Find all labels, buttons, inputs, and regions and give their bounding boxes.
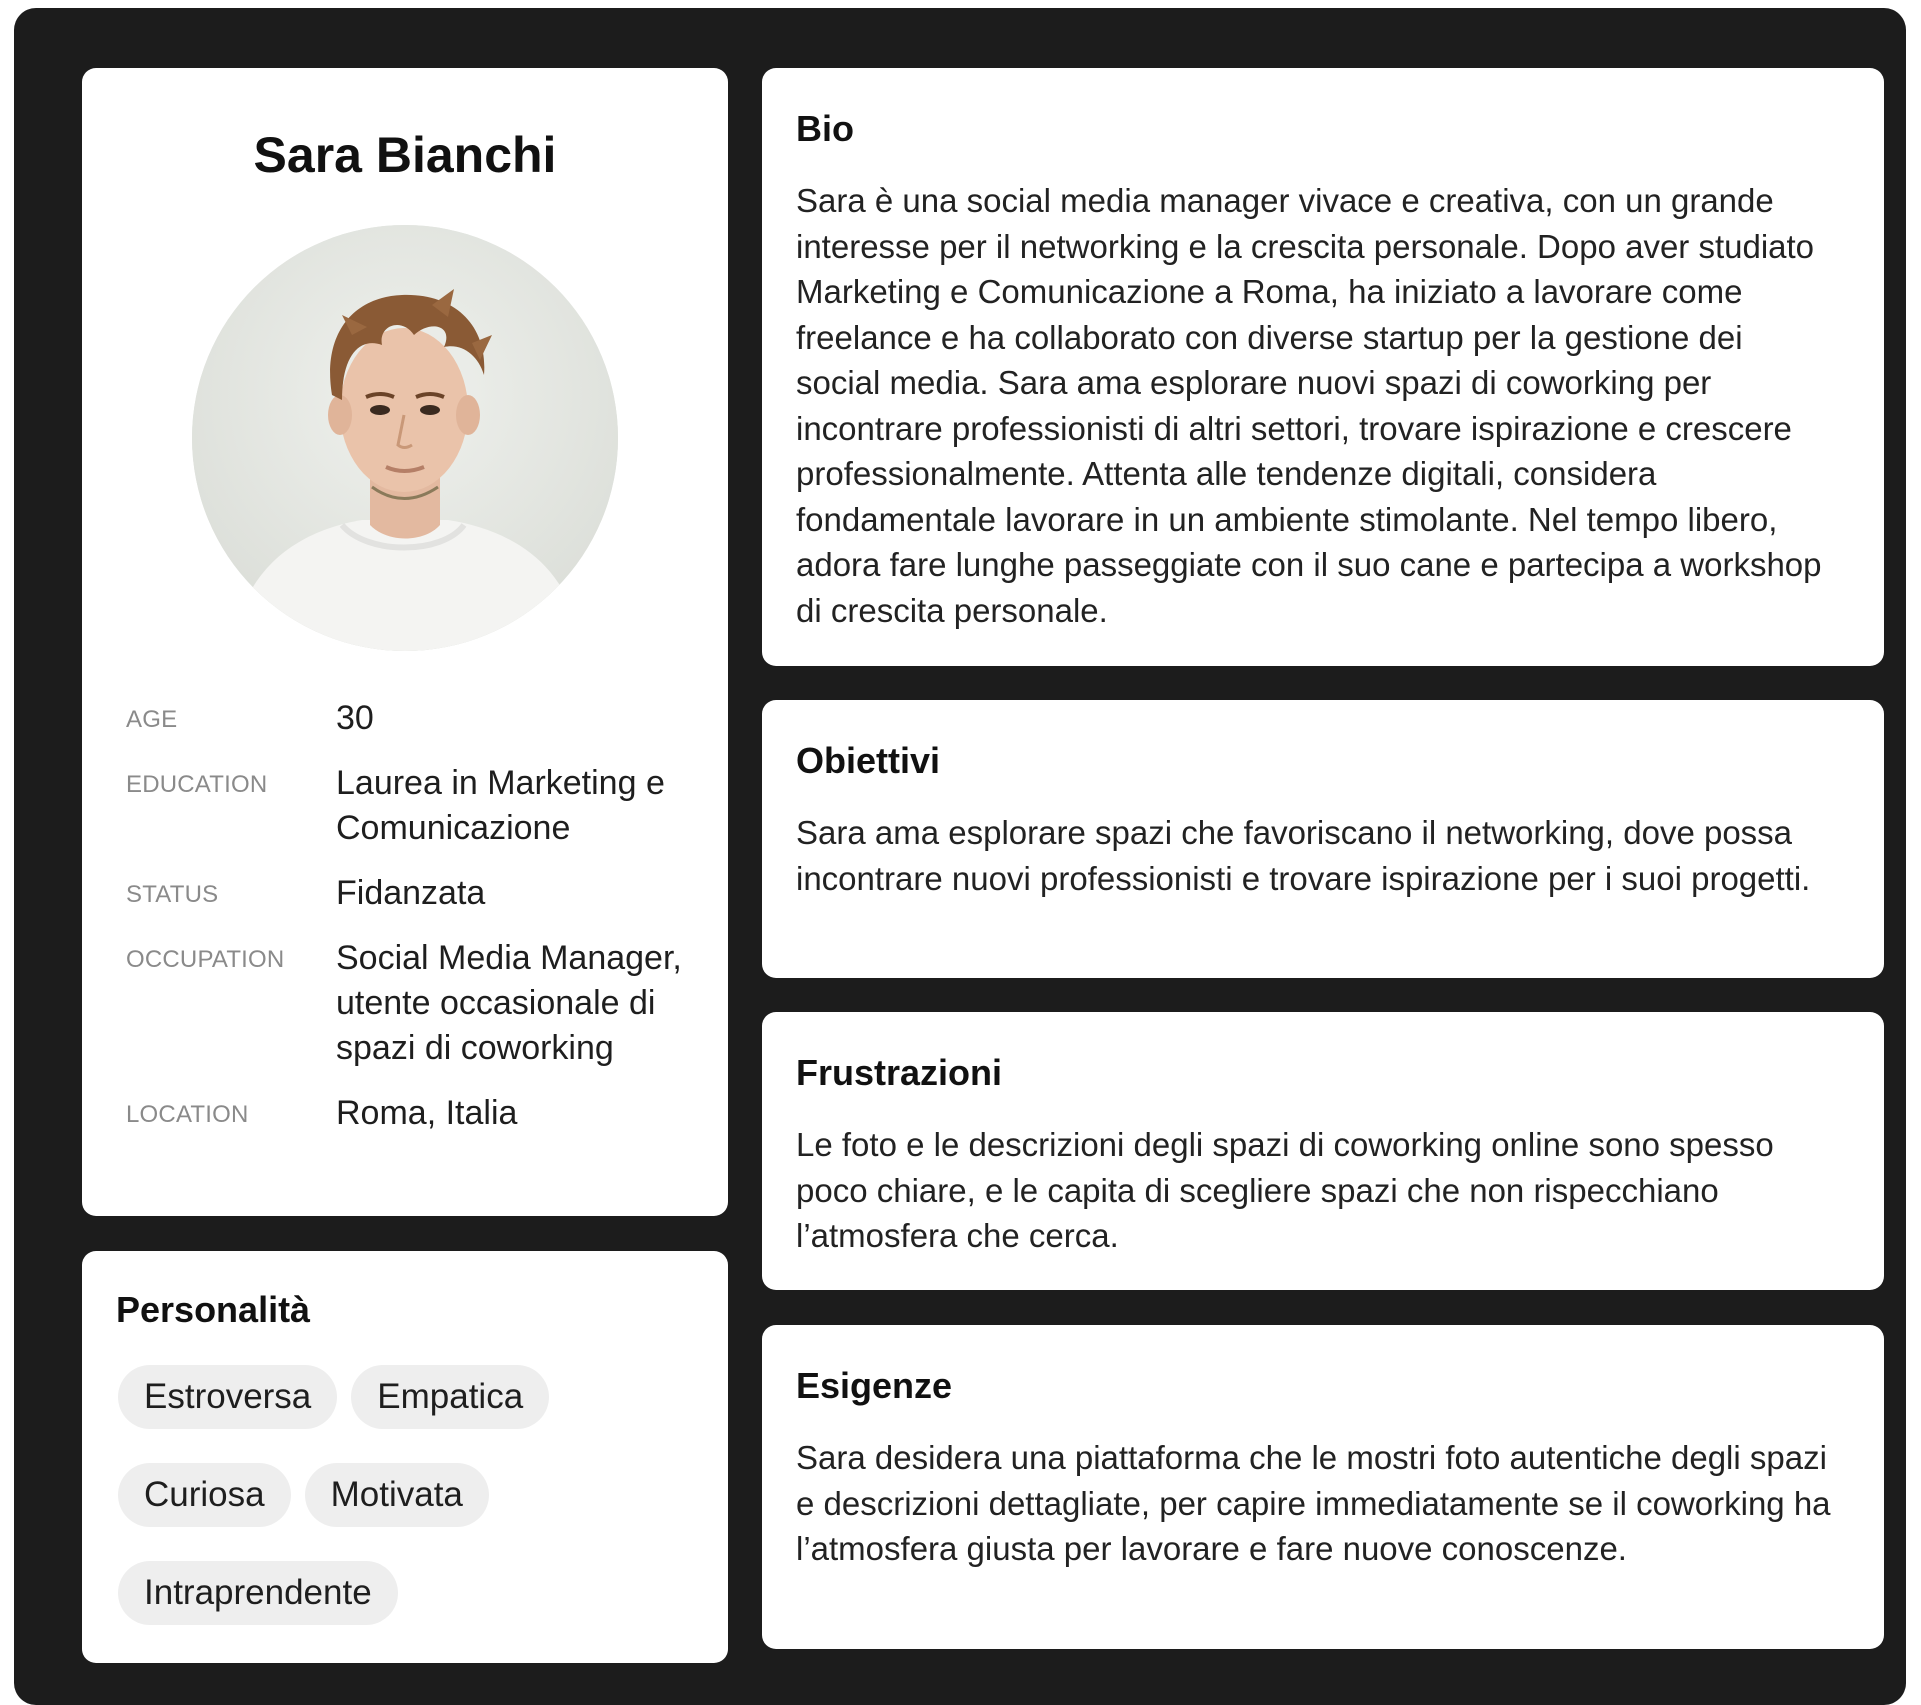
bio-title: Bio — [796, 108, 854, 149]
personality-tags: Estroversa Empatica Curiosa Motivata Int… — [118, 1365, 638, 1659]
info-row-occupation: OCCUPATION Social Media Manager, utente … — [126, 936, 706, 1071]
persona-board: Sara Bianchi AGE 30 EDUCATION Laurea in … — [14, 8, 1906, 1705]
needs-text: Sara desidera una piattaforma che le mos… — [796, 1439, 1831, 1567]
personality-card: Personalità Estroversa Empatica Curiosa … — [82, 1251, 728, 1663]
info-label: STATUS — [126, 881, 219, 908]
personality-tag: Estroversa — [118, 1365, 338, 1429]
bio-card: Bio Sara è una social media manager viva… — [762, 68, 1884, 666]
info-row-location: LOCATION Roma, Italia — [126, 1091, 706, 1136]
info-value: Social Media Manager, utente occasionale… — [336, 939, 682, 1067]
frustrations-title: Frustrazioni — [796, 1052, 1003, 1093]
persona-name: Sara Bianchi — [253, 127, 557, 183]
personality-tag: Empatica — [351, 1365, 550, 1429]
goals-title: Obiettivi — [796, 740, 941, 781]
avatar — [192, 225, 618, 651]
profile-info: AGE 30 EDUCATION Laurea in Marketing e C… — [126, 696, 706, 1156]
info-row-age: AGE 30 — [126, 696, 706, 741]
info-label: LOCATION — [126, 1101, 249, 1128]
frustrations-text: Le foto e le descrizioni degli spazi di … — [796, 1126, 1774, 1254]
info-value: 30 — [336, 699, 374, 737]
personality-title: Personalità — [116, 1289, 311, 1330]
profile-card: Sara Bianchi AGE 30 EDUCATION Laurea in … — [82, 68, 728, 1216]
info-label: OCCUPATION — [126, 946, 285, 973]
needs-card: Esigenze Sara desidera una piattaforma c… — [762, 1325, 1884, 1649]
info-label: EDUCATION — [126, 771, 268, 798]
frustrations-card: Frustrazioni Le foto e le descrizioni de… — [762, 1012, 1884, 1290]
info-label: AGE — [126, 706, 178, 733]
personality-tag: Curiosa — [118, 1463, 291, 1527]
info-value: Roma, Italia — [336, 1094, 518, 1132]
info-value: Laurea in Marketing e Comunicazione — [336, 764, 665, 847]
info-row-education: EDUCATION Laurea in Marketing e Comunica… — [126, 761, 706, 851]
info-value: Fidanzata — [336, 874, 486, 912]
avatar-portrait — [192, 225, 618, 651]
goals-card: Obiettivi Sara ama esplorare spazi che f… — [762, 700, 1884, 978]
personality-tag: Intraprendente — [118, 1561, 398, 1625]
goals-text: Sara ama esplorare spazi che favoriscano… — [796, 814, 1811, 897]
needs-title: Esigenze — [796, 1365, 953, 1406]
info-row-status: STATUS Fidanzata — [126, 871, 706, 916]
personality-tag: Motivata — [304, 1463, 489, 1527]
bio-text: Sara è una social media manager vivace e… — [796, 182, 1822, 629]
